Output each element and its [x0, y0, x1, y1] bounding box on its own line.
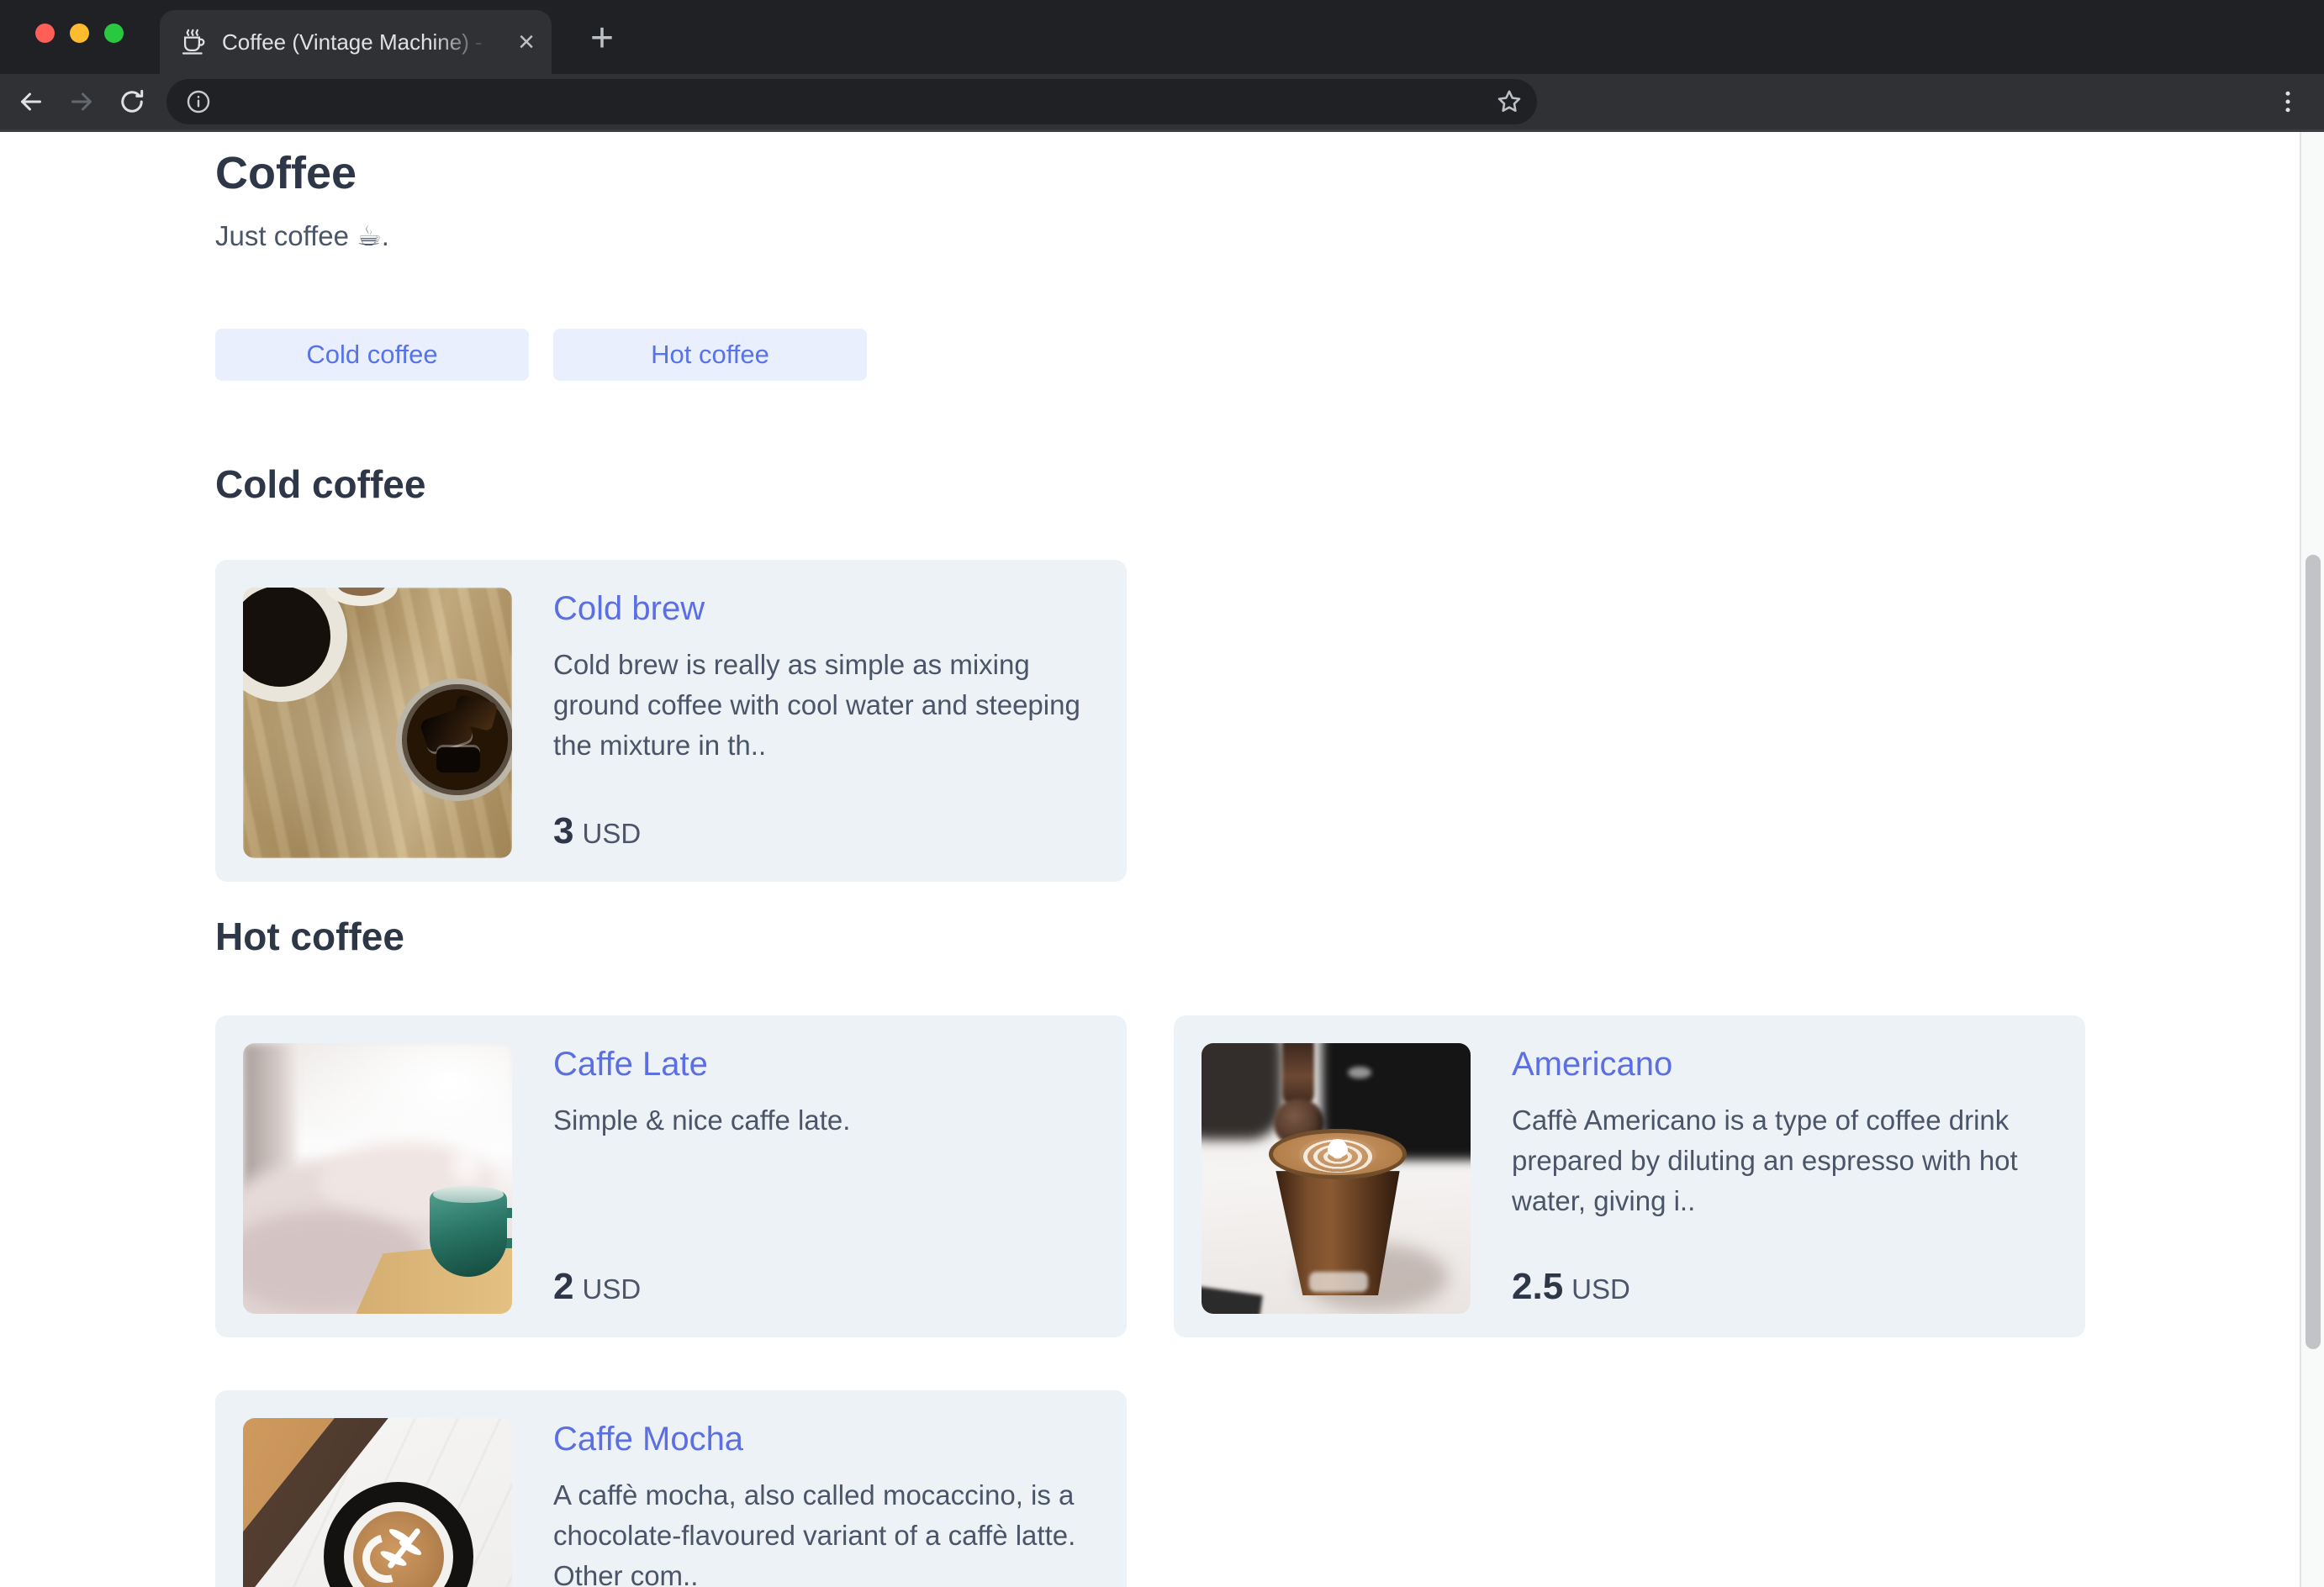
- back-arrow-icon: [21, 92, 41, 111]
- reload-icon: [121, 89, 144, 113]
- page-subtitle: Just coffee ☕.: [215, 220, 389, 251]
- hot-coffee-cards-row-2: Caffe Mocha A caffè mocha, also called m…: [215, 1390, 2084, 1587]
- zoom-window-button[interactable]: [104, 24, 124, 43]
- product-card-caffe-late[interactable]: Caffe Late Simple & nice caffe late. 2 U…: [215, 1015, 1127, 1337]
- product-card-caffe-mocha[interactable]: Caffe Mocha A caffè mocha, also called m…: [215, 1390, 1127, 1587]
- site-info-icon[interactable]: [185, 88, 212, 115]
- mug-rim-shape: [433, 1186, 504, 1203]
- category-filter-row: Cold coffee Hot coffee: [215, 329, 2084, 381]
- product-title-link[interactable]: Caffe Late: [553, 1045, 708, 1083]
- tab-title-fade: [432, 10, 499, 74]
- page-content: Coffee Just coffee ☕. Cold coffee Hot co…: [0, 132, 2085, 1587]
- close-window-button[interactable]: [35, 24, 55, 43]
- product-card-body: Cold brew Cold brew is really as simple …: [553, 588, 1099, 854]
- forward-arrow-icon: [71, 92, 92, 111]
- filter-button-cold-coffee[interactable]: Cold coffee: [215, 329, 529, 381]
- product-title-link[interactable]: Cold brew: [553, 589, 705, 628]
- macos-traffic-lights: [35, 24, 124, 43]
- price-currency: USD: [582, 1273, 642, 1305]
- product-image-americano: [1202, 1043, 1471, 1314]
- product-title-link[interactable]: Americano: [1512, 1045, 1672, 1083]
- back-button[interactable]: [12, 82, 50, 121]
- highlight-shape: [1348, 1067, 1371, 1078]
- forward-button[interactable]: [62, 82, 101, 121]
- product-description: Caffè Americano is a type of coffee drin…: [1512, 1105, 2018, 1216]
- cold-coffee-cards-row: Cold brew Cold brew is really as simple …: [215, 560, 2084, 882]
- product-price: 2 USD: [553, 1266, 641, 1308]
- steam-shape: [443, 1137, 490, 1193]
- green-mug-shape: [430, 1191, 507, 1277]
- product-description: A caffè mocha, also called mocaccino, is…: [553, 1479, 1076, 1587]
- page-scrollbar-thumb[interactable]: [2306, 555, 2321, 1349]
- browser-titlebar: Coffee (Vintage Machine) - Eas × +: [0, 0, 2324, 74]
- price-currency: USD: [582, 818, 642, 849]
- bookmark-star-icon[interactable]: [1495, 87, 1524, 116]
- price-amount: 2.5: [1512, 1266, 1564, 1307]
- minimize-window-button[interactable]: [70, 24, 89, 43]
- browser-tab-coffee[interactable]: Coffee (Vintage Machine) - Eas ×: [160, 10, 552, 74]
- page-title: Coffee: [215, 148, 357, 198]
- url-input[interactable]: [225, 88, 1482, 115]
- page-viewport: Coffee Just coffee ☕. Cold coffee Hot co…: [0, 132, 2324, 1587]
- address-bar[interactable]: [166, 79, 1537, 124]
- browser-window: Coffee (Vintage Machine) - Eas × +: [0, 0, 2324, 1587]
- product-title-link[interactable]: Caffe Mocha: [553, 1420, 743, 1458]
- browser-menu-button[interactable]: [2269, 82, 2307, 121]
- product-image-caffe-late: [243, 1043, 512, 1314]
- browser-toolbar: [0, 74, 2324, 129]
- product-card-americano[interactable]: Americano Caffè Americano is a type of c…: [1174, 1015, 2085, 1337]
- filter-button-hot-coffee[interactable]: Hot coffee: [553, 329, 867, 381]
- product-price: 3 USD: [553, 810, 641, 852]
- section-heading-hot-coffee: Hot coffee: [215, 915, 404, 958]
- product-description: Simple & nice caffe late.: [553, 1105, 851, 1136]
- product-card-body: Caffe Late Simple & nice caffe late. 2 U…: [553, 1043, 1099, 1310]
- kebab-menu-icon: [2285, 91, 2290, 113]
- tamper-shape: [1282, 1043, 1314, 1107]
- product-image-cold-brew: [243, 588, 512, 858]
- price-amount: 2: [553, 1266, 574, 1307]
- price-currency: USD: [1571, 1273, 1630, 1305]
- price-amount: 3: [553, 810, 574, 851]
- product-price: 2.5 USD: [1512, 1266, 1630, 1308]
- coffee-cup-favicon-icon: [178, 27, 209, 57]
- blurred-object-shape: [1202, 1043, 1282, 1140]
- page-scrollbar-track[interactable]: [2300, 132, 2324, 1587]
- section-heading-cold-coffee: Cold coffee: [215, 462, 426, 506]
- tab-close-icon[interactable]: ×: [518, 28, 535, 56]
- ice-cube-shape: [436, 747, 480, 772]
- product-image-caffe-mocha: [243, 1418, 512, 1587]
- product-card-body: Americano Caffè Americano is a type of c…: [1512, 1043, 2057, 1310]
- glass-base-shape: [1309, 1272, 1368, 1292]
- product-card-body: Caffe Mocha A caffè mocha, also called m…: [553, 1418, 1099, 1587]
- product-description: Cold brew is really as simple as mixing …: [553, 649, 1080, 761]
- reload-button[interactable]: [113, 82, 151, 121]
- product-card-cold-brew[interactable]: Cold brew Cold brew is really as simple …: [215, 560, 1127, 882]
- hot-coffee-cards-row-1: Caffe Late Simple & nice caffe late. 2 U…: [215, 1015, 2085, 1337]
- new-tab-button[interactable]: +: [578, 15, 626, 62]
- latte-art-heart-shape: [1328, 1139, 1348, 1157]
